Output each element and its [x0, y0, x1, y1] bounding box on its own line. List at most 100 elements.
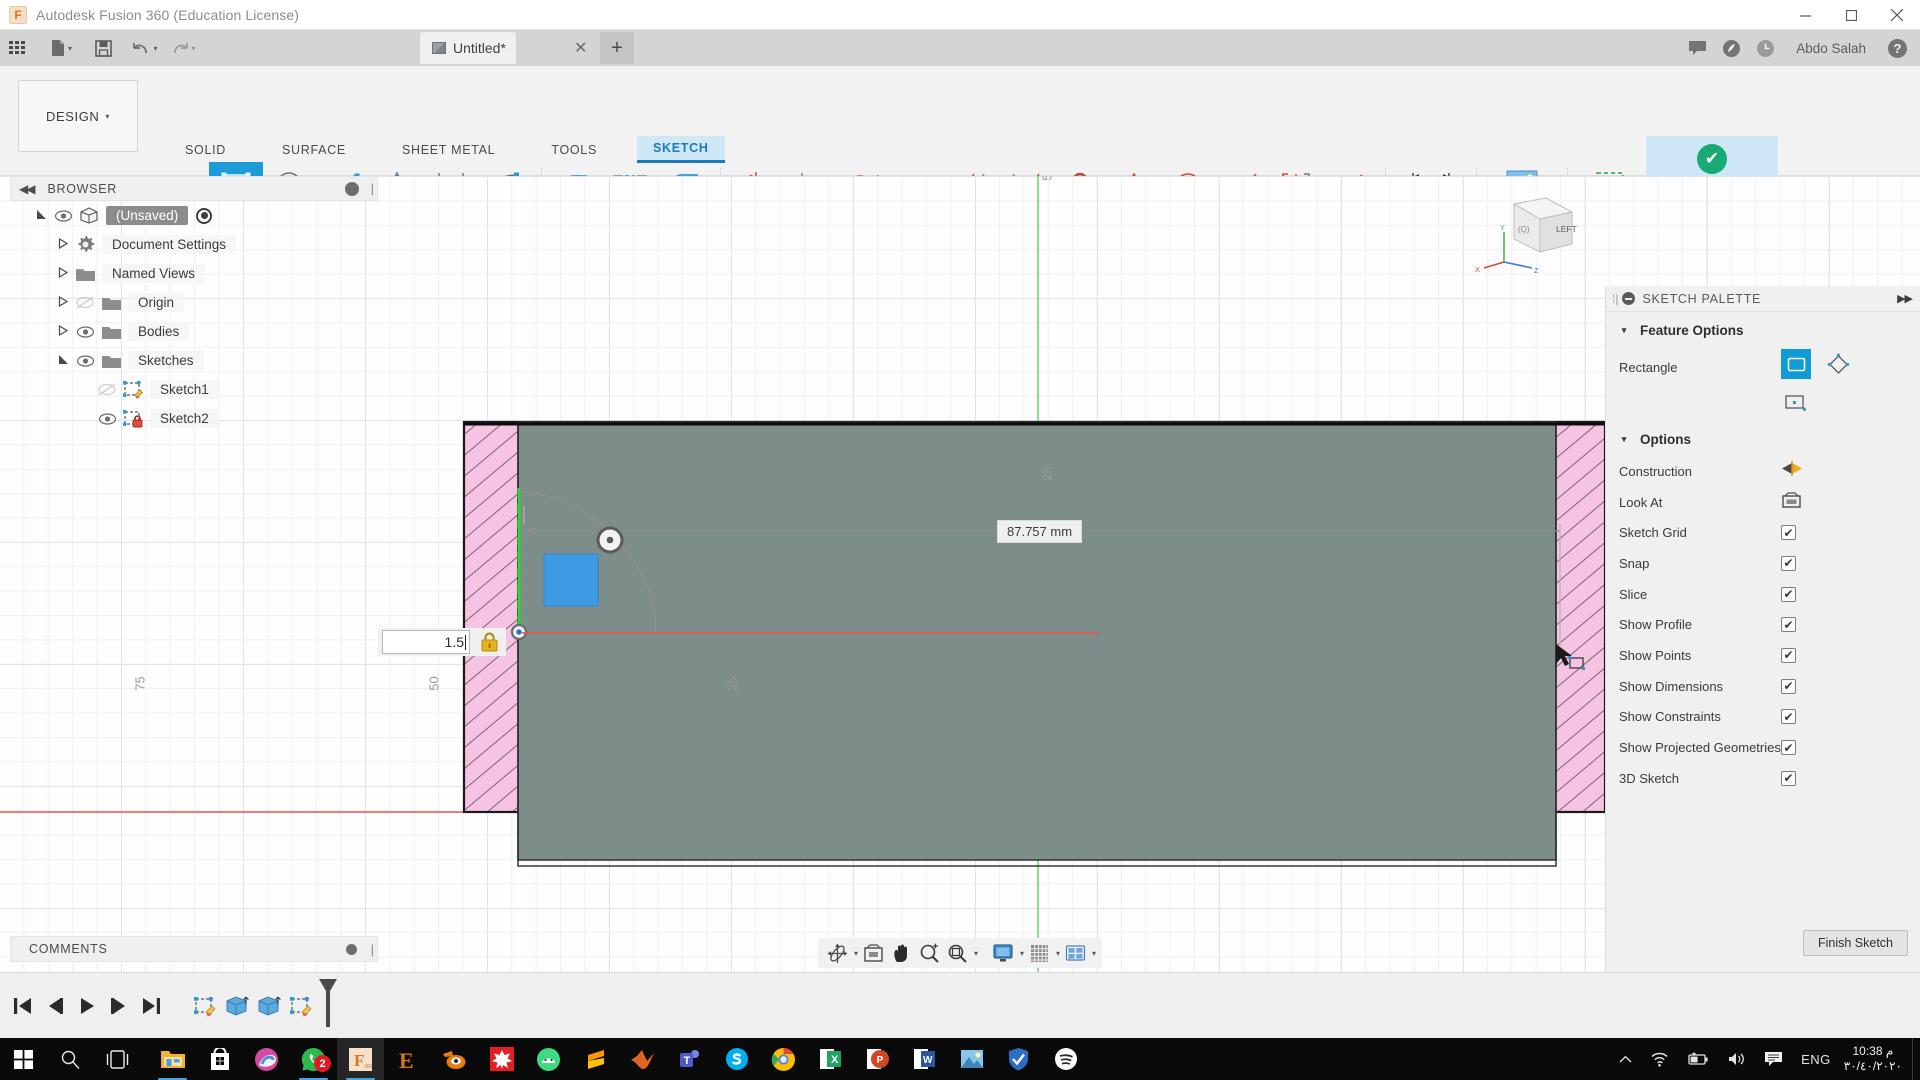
tree-row-bodies[interactable]: Bodies [10, 317, 378, 346]
document-tab[interactable]: Untitled* [420, 32, 516, 64]
maximize-button[interactable] [1828, 0, 1874, 30]
lock-icon[interactable] [476, 632, 502, 652]
volume-icon[interactable] [1718, 1051, 1755, 1067]
photos-icon[interactable] [948, 1038, 995, 1080]
dimension-input-group[interactable]: 1.5 [378, 628, 506, 656]
show-profile-checkbox[interactable]: ✔ [1781, 617, 1796, 633]
tab-sheet-metal[interactable]: SHEET METAL [386, 138, 511, 162]
show-points-checkbox[interactable]: ✔ [1781, 647, 1796, 663]
go-to-end-icon[interactable] [136, 989, 166, 1023]
timeline-feature-extrude1[interactable] [222, 988, 252, 1026]
user-account-name[interactable]: Abdo Salah [1784, 41, 1878, 56]
palette-row-look-at[interactable]: Look At [1606, 487, 1920, 518]
undo-icon[interactable]: ▾ [130, 33, 160, 63]
palette-row-snap[interactable]: Snap ✔ [1606, 548, 1920, 579]
expand-triangle-open-icon-2[interactable] [54, 354, 72, 368]
show-projected-geometries-checkbox[interactable]: ✔ [1781, 740, 1796, 756]
undo-caret-icon[interactable]: ▾ [153, 44, 157, 53]
tree-row-named-views[interactable]: Named Views [10, 259, 378, 288]
spotify-icon[interactable] [1042, 1038, 1089, 1080]
tree-row-origin[interactable]: Origin [10, 288, 378, 317]
look-at-icon[interactable] [860, 940, 886, 966]
viewports-caret-icon[interactable]: ▾ [1092, 949, 1096, 958]
center-rectangle-icon[interactable] [1781, 389, 1811, 415]
dimension-input-field[interactable]: 1.5 [382, 630, 470, 654]
android-studio-icon[interactable] [525, 1038, 572, 1080]
powerpoint-icon[interactable]: P [854, 1038, 901, 1080]
pan-hand-icon[interactable] [888, 940, 914, 966]
expand-triangle-icon-2[interactable] [54, 266, 72, 281]
close-button[interactable] [1874, 0, 1920, 30]
file-explorer-icon[interactable] [149, 1038, 196, 1080]
comments-resize-grip[interactable]: | [371, 942, 374, 957]
view-cube[interactable]: LEFT (Q) Y X Z [1470, 186, 1590, 281]
palette-row-show-dimensions[interactable]: Show Dimensions ✔ [1606, 671, 1920, 702]
palette-row-sketch-grid[interactable]: Sketch Grid ✔ [1606, 517, 1920, 548]
new-document-caret-icon[interactable]: ▾ [68, 44, 72, 53]
zoom-icon[interactable] [916, 940, 942, 966]
fusion360-icon[interactable]: F 360 [337, 1038, 384, 1080]
skype-icon[interactable] [713, 1038, 760, 1080]
palette-row-show-constraints[interactable]: Show Constraints ✔ [1606, 702, 1920, 733]
windows-start-icon[interactable] [0, 1038, 47, 1080]
browser-header[interactable]: ◀◀ BROWSER | [10, 176, 378, 201]
display-settings-caret-icon[interactable]: ▾ [1020, 949, 1024, 958]
internet-browser-icon[interactable] [243, 1038, 290, 1080]
palette-row-show-points[interactable]: Show Points ✔ [1606, 640, 1920, 671]
step-back-icon[interactable] [40, 989, 70, 1023]
visibility-eye-off-icon[interactable] [72, 296, 98, 309]
document-tab-close-icon[interactable]: ✕ [574, 38, 587, 58]
clock-and-date[interactable]: 10:38 م ٣٠/٤٠/٢٠٢٠ [1840, 1044, 1912, 1074]
finish-sketch-button[interactable]: Finish Sketch [1802, 930, 1908, 956]
show-constraints-checkbox[interactable]: ✔ [1781, 709, 1796, 725]
palette-pin-icon[interactable] [1622, 292, 1636, 305]
timeline-marker[interactable] [316, 977, 340, 1034]
tree-row-root[interactable]: (Unsaved) [10, 201, 378, 230]
tree-row-sketches[interactable]: Sketches [10, 346, 378, 375]
comments-pin-icon[interactable] [346, 943, 357, 955]
three-point-rectangle-icon[interactable] [1825, 351, 1851, 377]
tab-surface[interactable]: SURFACE [266, 138, 362, 162]
job-status-clock-icon[interactable] [1750, 33, 1780, 63]
visibility-eye-icon-2[interactable] [72, 325, 98, 338]
blender-icon[interactable] [431, 1038, 478, 1080]
matlab-icon[interactable] [619, 1038, 666, 1080]
visibility-eye-icon-4[interactable] [94, 412, 120, 425]
grid-snaps-icon[interactable] [1026, 940, 1052, 966]
search-icon[interactable] [47, 1038, 94, 1080]
zoom-fit-icon[interactable] [944, 940, 970, 966]
battery-charging-icon[interactable] [1678, 1052, 1718, 1066]
minimize-button[interactable] [1782, 0, 1828, 30]
new-document-icon[interactable]: ▾ [46, 33, 76, 63]
sublime-text-icon[interactable] [572, 1038, 619, 1080]
help-icon[interactable]: ? [1882, 33, 1912, 63]
tab-tools[interactable]: TOOLS [535, 138, 613, 162]
palette-row-3d-sketch[interactable]: 3D Sketch ✔ [1606, 763, 1920, 794]
expand-triangle-icon-4[interactable] [54, 324, 72, 339]
slice-checkbox[interactable]: ✔ [1781, 586, 1796, 602]
browser-resize-grip[interactable]: | [371, 181, 374, 196]
visibility-eye-icon-3[interactable] [72, 354, 98, 367]
palette-drag-grip[interactable]: ⁞| [1612, 292, 1618, 306]
word-icon[interactable]: W [901, 1038, 948, 1080]
ets-icon[interactable]: E [384, 1038, 431, 1080]
new-document-tab-button[interactable]: + [600, 32, 634, 64]
wifi-icon[interactable] [1641, 1051, 1678, 1067]
tray-chevron-up-icon[interactable] [1610, 1055, 1641, 1064]
tab-sketch[interactable]: SKETCH [637, 136, 725, 163]
3d-sketch-checkbox[interactable]: ✔ [1781, 770, 1796, 786]
save-icon[interactable] [88, 33, 118, 63]
section-options[interactable]: ▾ Options [1606, 421, 1920, 456]
language-indicator[interactable]: ENG [1792, 1052, 1840, 1067]
excel-icon[interactable]: X [807, 1038, 854, 1080]
comments-panel-header[interactable]: COMMENTS | [10, 936, 378, 962]
play-icon[interactable] [72, 989, 102, 1023]
dimension-value-label[interactable]: 87.757 mm [997, 520, 1083, 543]
browser-pin-icon[interactable] [345, 181, 359, 196]
chrome-icon[interactable] [760, 1038, 807, 1080]
tree-row-document-settings[interactable]: Document Settings [10, 230, 378, 259]
show-desktop-button[interactable] [1912, 1038, 1920, 1080]
comments-bubble-icon[interactable] [1682, 33, 1712, 63]
app-grid-icon[interactable] [2, 33, 32, 63]
whatsapp-icon[interactable]: 2 [290, 1038, 337, 1080]
